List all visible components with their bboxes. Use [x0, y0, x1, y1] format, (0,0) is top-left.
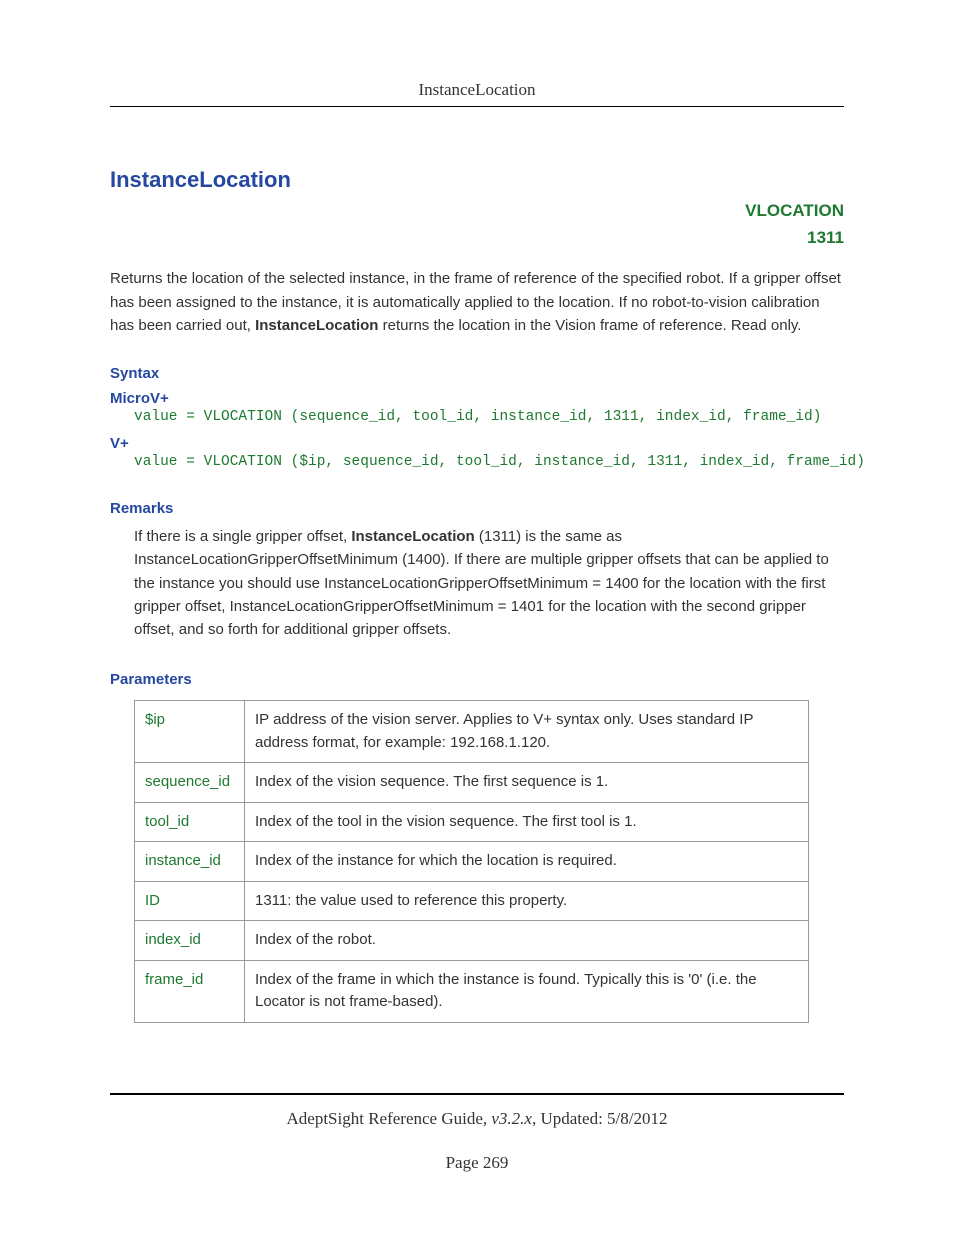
param-name: sequence_id [135, 763, 245, 803]
param-desc: Index of the tool in the vision sequence… [245, 802, 809, 842]
param-name: frame_id [135, 960, 245, 1022]
intro-bold: InstanceLocation [255, 317, 378, 334]
intro-paragraph: Returns the location of the selected ins… [110, 267, 844, 337]
intro-post: returns the location in the Vision frame… [378, 317, 801, 334]
table-row: frame_idIndex of the frame in which the … [135, 960, 809, 1022]
parameters-heading: Parameters [110, 671, 844, 688]
param-desc: Index of the robot. [245, 921, 809, 961]
table-row: $ipIP address of the vision server. Appl… [135, 701, 809, 763]
footer-updated: , Updated: 5/8/2012 [532, 1109, 668, 1128]
table-row: instance_idIndex of the instance for whi… [135, 842, 809, 882]
param-name: index_id [135, 921, 245, 961]
microv-code: value = VLOCATION (sequence_id, tool_id,… [134, 409, 844, 425]
page-number: Page 269 [110, 1153, 844, 1173]
remarks-heading: Remarks [110, 500, 844, 517]
param-desc: Index of the frame in which the instance… [245, 960, 809, 1022]
remarks-body: If there is a single gripper offset, Ins… [134, 525, 844, 641]
param-desc: IP address of the vision server. Applies… [245, 701, 809, 763]
header-divider [110, 106, 844, 107]
page-title: InstanceLocation [110, 167, 844, 193]
param-name: ID [135, 881, 245, 921]
parameters-table: $ipIP address of the vision server. Appl… [134, 700, 809, 1023]
param-name: $ip [135, 701, 245, 763]
property-tag: VLOCATION 1311 [110, 197, 844, 251]
table-row: tool_idIndex of the tool in the vision s… [135, 802, 809, 842]
footer-version: , v3.2.x [483, 1109, 532, 1128]
footer-text: AdeptSight Reference Guide, v3.2.x, Upda… [110, 1109, 844, 1129]
tag-code: 1311 [110, 224, 844, 251]
microv-label: MicroV+ [110, 390, 844, 407]
param-desc: Index of the instance for which the loca… [245, 842, 809, 882]
table-row: index_idIndex of the robot. [135, 921, 809, 961]
remarks-pre: If there is a single gripper offset, [134, 528, 351, 545]
footer-doc: AdeptSight Reference Guide [287, 1109, 483, 1128]
running-header: InstanceLocation [110, 80, 844, 100]
param-name: tool_id [135, 802, 245, 842]
table-row: sequence_idIndex of the vision sequence.… [135, 763, 809, 803]
param-name: instance_id [135, 842, 245, 882]
param-desc: Index of the vision sequence. The first … [245, 763, 809, 803]
syntax-heading: Syntax [110, 365, 844, 382]
vplus-code: value = VLOCATION ($ip, sequence_id, too… [134, 454, 844, 470]
param-desc: 1311: the value used to reference this p… [245, 881, 809, 921]
remarks-bold: InstanceLocation [351, 528, 474, 545]
tag-name: VLOCATION [110, 197, 844, 224]
vplus-label: V+ [110, 435, 844, 452]
footer-divider [110, 1093, 844, 1095]
table-row: ID1311: the value used to reference this… [135, 881, 809, 921]
